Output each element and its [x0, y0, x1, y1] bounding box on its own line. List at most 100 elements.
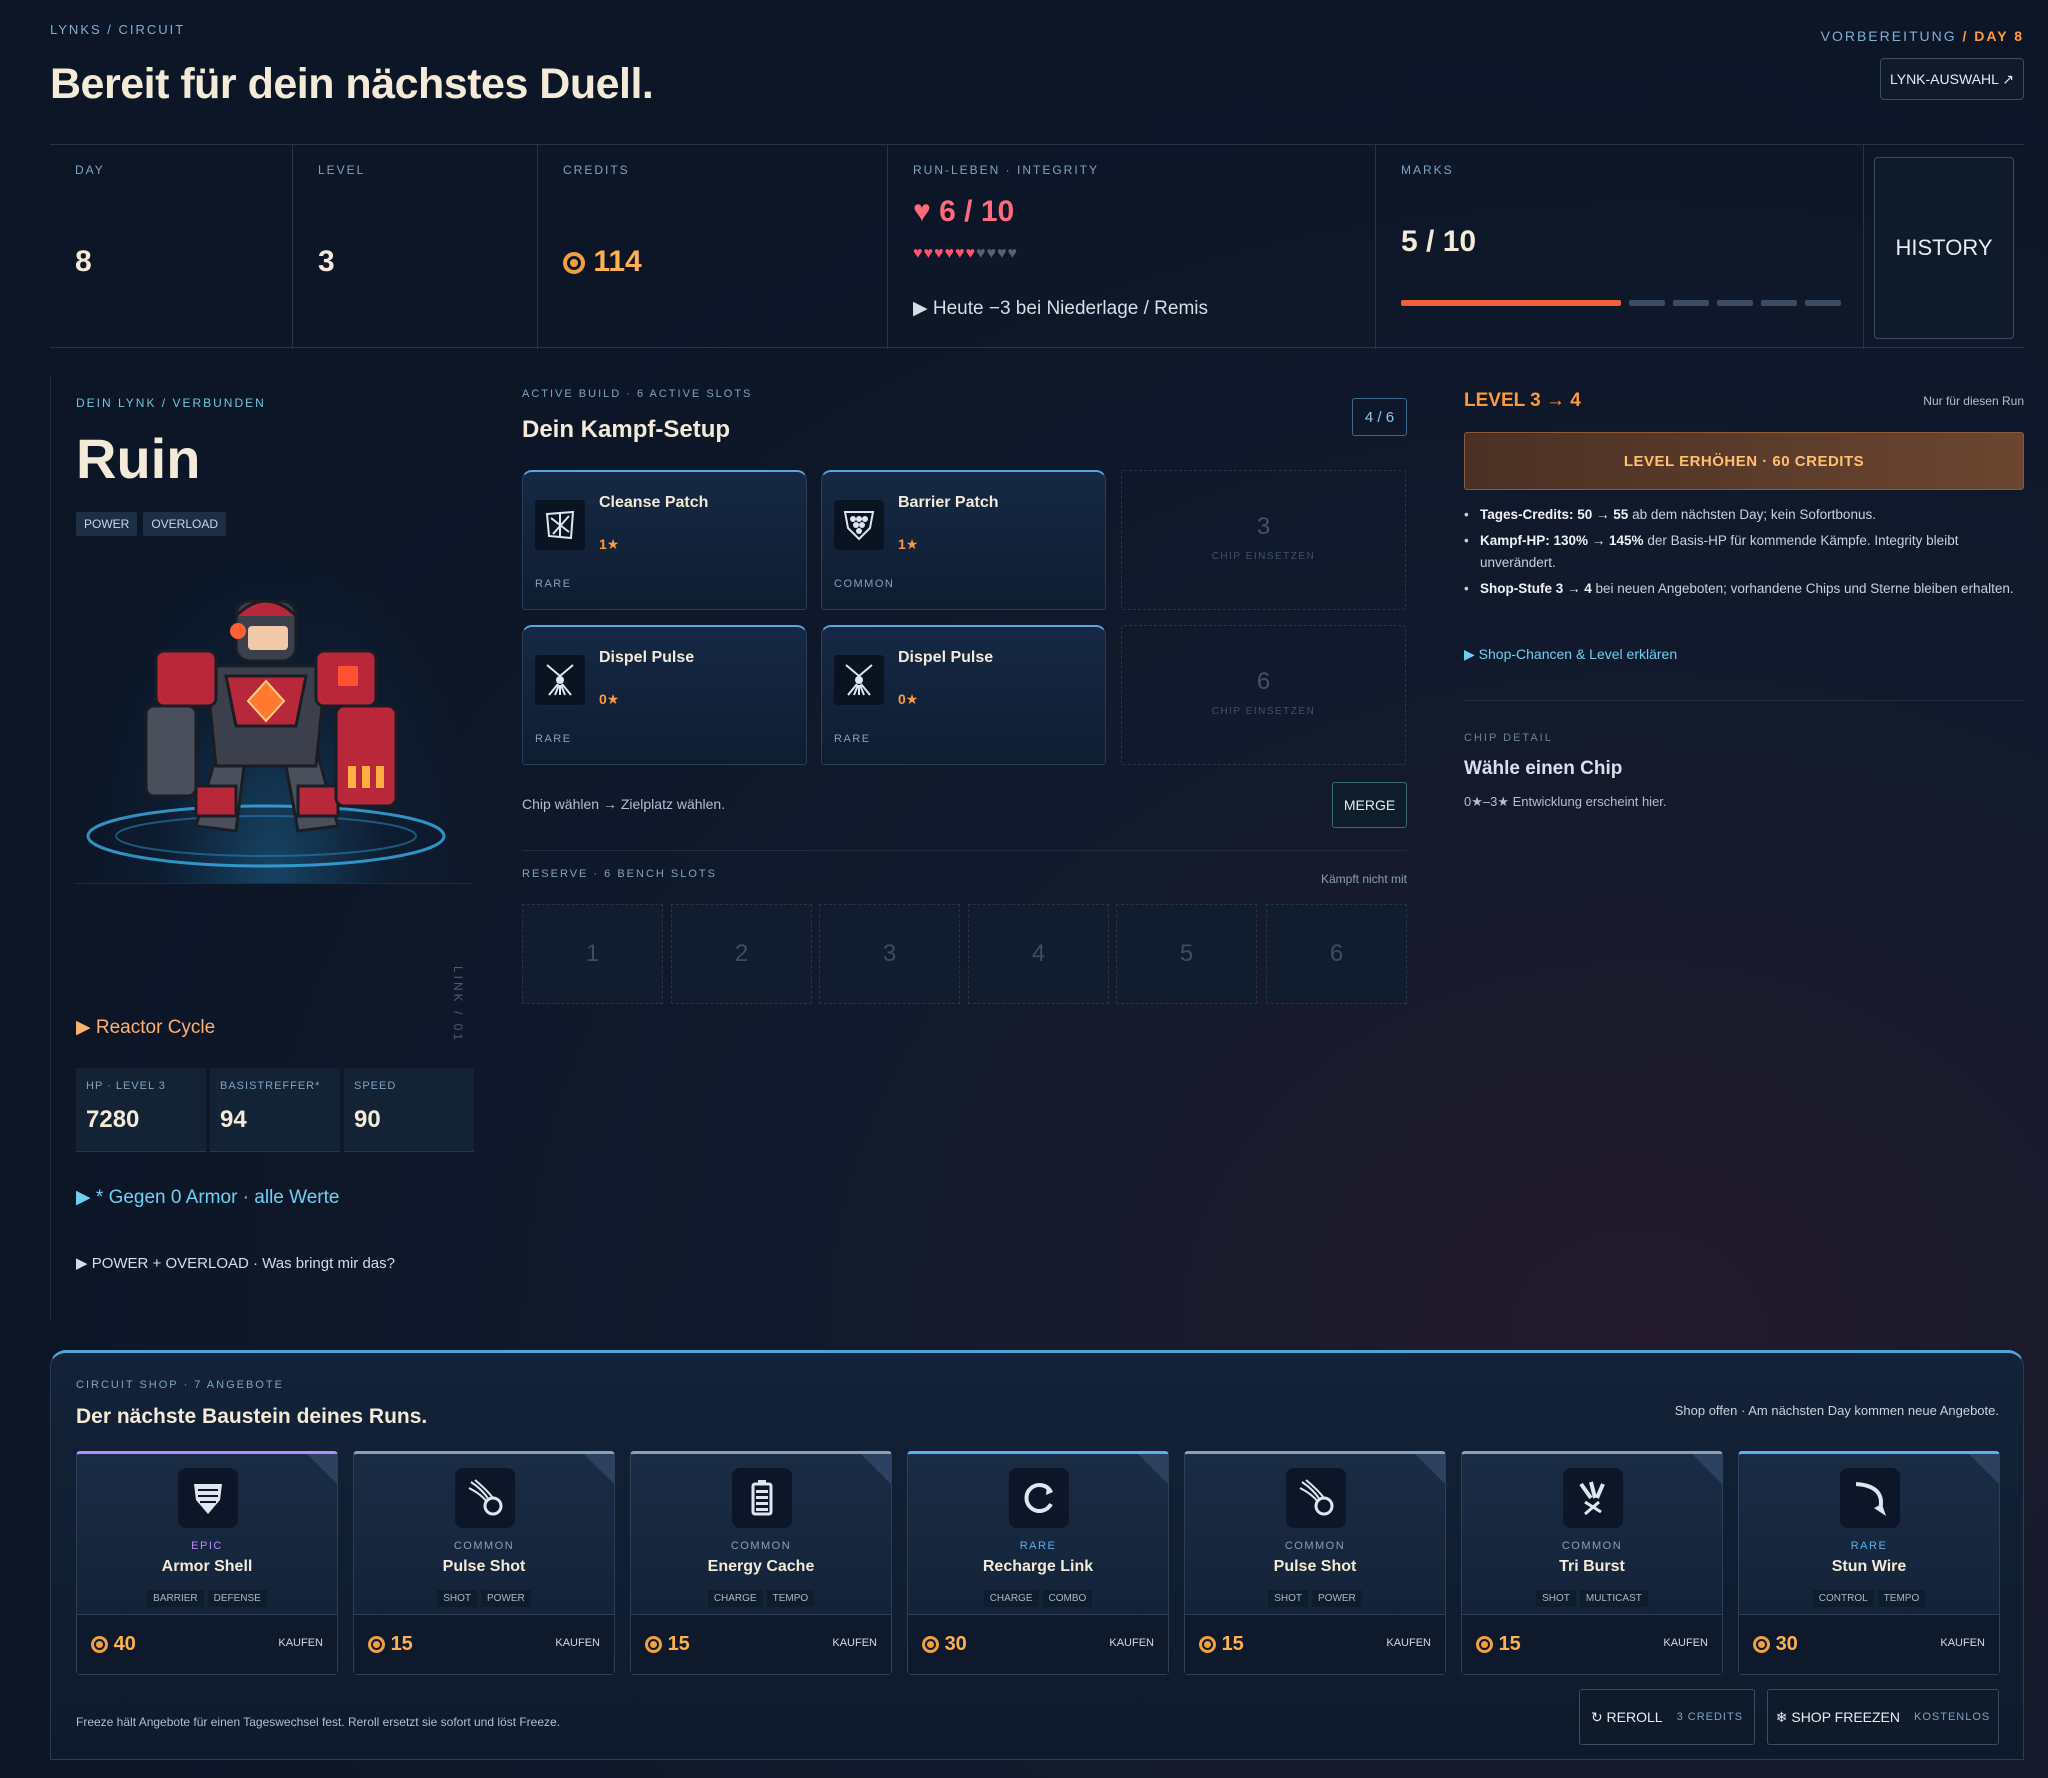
lynk-portrait	[76, 526, 471, 884]
levelup-bullets: Tages-Credits: 50 → 55 ab dem nächsten D…	[1464, 504, 2024, 604]
shop-card-tag: MULTICAST	[1579, 1590, 1648, 1607]
dispel-icon	[834, 655, 884, 705]
phase-indicator: VORBEREITUNG / DAY 8	[1821, 28, 2024, 44]
freeze-label: ❄ SHOP FREEZEN	[1775, 1708, 1901, 1725]
phase-label: VORBEREITUNG	[1820, 28, 1957, 44]
empty-slot[interactable]: 6 CHIP EINSETZEN	[1121, 625, 1406, 765]
shop-card[interactable]: COMMON Tri Burst SHOT MULTICAST 15 KAUFEN	[1461, 1451, 1723, 1675]
shop-card[interactable]: RARE Recharge Link CHARGE COMBO 30 KAUFEN	[907, 1451, 1169, 1675]
shop-freeze-button[interactable]: ❄ SHOP FREEZEN KOSTENLOS	[1767, 1689, 1999, 1745]
levelup-bullet: Tages-Credits: 50 → 55 ab dem nächsten D…	[1464, 504, 2024, 526]
shop-card-tag: TEMPO	[1877, 1590, 1926, 1607]
stat-level-label: LEVEL	[318, 163, 366, 177]
shop-title: Der nächste Baustein deines Runs.	[76, 1405, 428, 1428]
reroll-button[interactable]: ↻ REROLL 3 CREDITS	[1579, 1689, 1755, 1745]
circuit-shop: CIRCUIT SHOP · 7 ANGEBOTE Der nächste Ba…	[50, 1350, 2024, 1760]
shop-card[interactable]: COMMON Energy Cache CHARGE TEMPO 15 KAUFEN	[630, 1451, 892, 1675]
stat-marks: MARKS 5 / 10	[1376, 145, 1864, 349]
buy-button[interactable]: KAUFEN	[832, 1637, 877, 1649]
build-slot[interactable]: Cleanse Patch 1★ RARE	[522, 470, 807, 610]
bench-slot[interactable]: 3	[819, 904, 960, 1004]
slot-chip-rarity: RARE	[535, 578, 572, 590]
cleanse-icon	[535, 500, 585, 550]
slot-chip-rarity: RARE	[535, 733, 572, 745]
shop-card-name: Armor Shell	[161, 1558, 253, 1575]
heart-empty-icons: ♥♥♥♥	[976, 245, 1018, 262]
shop-card-footer: 40 KAUFEN	[77, 1614, 337, 1674]
empty-slot[interactable]: 3 CHIP EINSETZEN	[1121, 470, 1406, 610]
page-title: Bereit für dein nächstes Duell.	[50, 60, 654, 108]
shop-card-price: 15	[1476, 1633, 1521, 1656]
levelup-title: LEVEL 3 → 4	[1464, 390, 1581, 411]
build-label: ACTIVE BUILD · 6 ACTIVE SLOTS	[522, 388, 753, 400]
stat-integrity: RUN-LEBEN · INTEGRITY ♥ 6 / 10 ♥♥♥♥♥♥♥♥♥…	[888, 145, 1376, 349]
pulse-shot-icon	[455, 1468, 515, 1528]
slot-chip-name: Dispel Pulse	[898, 649, 994, 666]
shop-card-rarity: COMMON	[1284, 1540, 1346, 1552]
slot-chip-stars: 0★	[599, 691, 620, 707]
shop-card[interactable]: COMMON Pulse Shot SHOT POWER 15 KAUFEN	[1184, 1451, 1446, 1675]
merge-button[interactable]: MERGE	[1332, 782, 1407, 828]
robot-icon	[86, 599, 446, 868]
buy-button[interactable]: KAUFEN	[555, 1637, 600, 1649]
shop-card-rarity: RARE	[1019, 1540, 1057, 1552]
chip-detail-label: CHIP DETAIL	[1464, 732, 1553, 744]
shop-card-tag: POWER	[1312, 1590, 1362, 1607]
buy-button[interactable]: KAUFEN	[1663, 1637, 1708, 1649]
shop-card-footer: 30 KAUFEN	[1739, 1614, 1999, 1674]
stat-day-label: DAY	[75, 163, 105, 177]
lynk-name: Ruin	[76, 427, 201, 490]
shop-card-rarity: RARE	[1850, 1540, 1888, 1552]
slot-chip-name: Dispel Pulse	[599, 649, 695, 666]
phase-day: / DAY 8	[1962, 28, 2024, 44]
shop-card[interactable]: EPIC Armor Shell BARRIER DEFENSE 40 KAUFEN	[76, 1451, 338, 1675]
bench-slot[interactable]: 5	[1116, 904, 1257, 1004]
bench-slot[interactable]: 4	[968, 904, 1109, 1004]
buy-button[interactable]: KAUFEN	[1109, 1637, 1154, 1649]
shop-card-name: Energy Cache	[707, 1558, 815, 1575]
integrity-note[interactable]: ▶ Heute −3 bei Niederlage / Remis	[913, 297, 1208, 320]
shop-card-tags: SHOT MULTICAST	[1462, 1588, 1722, 1607]
stat-credits: CREDITS 114	[538, 145, 888, 349]
stat-day: DAY 8	[50, 145, 293, 349]
shop-card-price: 15	[368, 1633, 413, 1656]
stats-bar: DAY 8 LEVEL 3 CREDITS 114 RUN-LEBEN · IN…	[50, 144, 2024, 349]
bench-slot[interactable]: 1	[522, 904, 663, 1004]
stat-level-value: 3	[318, 245, 335, 278]
reserve-label: RESERVE · 6 BENCH SLOTS	[522, 868, 717, 880]
shop-card[interactable]: COMMON Pulse Shot SHOT POWER 15 KAUFEN	[353, 1451, 615, 1675]
buy-button[interactable]: KAUFEN	[1386, 1637, 1431, 1649]
slot-chip-rarity: RARE	[834, 733, 871, 745]
slot-chip-rarity: COMMON	[834, 578, 895, 590]
credit-coin-icon	[368, 1636, 385, 1654]
synergy-toggle[interactable]: ▶ POWER + OVERLOAD · Was bringt mir das?	[76, 1254, 395, 1272]
stat-hp-label: HP · LEVEL 3	[86, 1080, 166, 1092]
shop-chances-link[interactable]: ▶ Shop-Chancen & Level erklären	[1464, 646, 1677, 663]
build-slot[interactable]: Dispel Pulse 0★ RARE	[821, 625, 1106, 765]
build-slot[interactable]: Dispel Pulse 0★ RARE	[522, 625, 807, 765]
level-up-button[interactable]: LEVEL ERHÖHEN · 60 CREDITS	[1464, 432, 2024, 490]
reactor-cycle-toggle[interactable]: ▶ Reactor Cycle	[76, 1016, 215, 1039]
slot-chip-stars: 0★	[898, 691, 919, 707]
shop-card[interactable]: RARE Stun Wire CONTROL TEMPO 30 KAUFEN	[1738, 1451, 2000, 1675]
recharge-icon	[1009, 1468, 1069, 1528]
shop-card-rarity: COMMON	[1561, 1540, 1623, 1552]
shop-card-tags: CHARGE COMBO	[908, 1588, 1168, 1607]
history-button[interactable]: HISTORY	[1874, 157, 2014, 339]
buy-button[interactable]: KAUFEN	[1940, 1637, 1985, 1649]
shop-card-footer: 30 KAUFEN	[908, 1614, 1168, 1674]
buy-button[interactable]: KAUFEN	[278, 1637, 323, 1649]
bench-slot[interactable]: 2	[671, 904, 812, 1004]
stat-hp: HP · LEVEL 3 7280	[76, 1068, 206, 1152]
slot-chip-name: Barrier Patch	[898, 494, 999, 511]
armor-note-toggle[interactable]: ▶ * Gegen 0 Armor · alle Werte	[76, 1186, 339, 1209]
credit-coin-icon	[563, 252, 585, 275]
shop-card-tag: COMBO	[1042, 1590, 1093, 1607]
bench-slot[interactable]: 6	[1266, 904, 1407, 1004]
shop-card-tag: TEMPO	[766, 1590, 815, 1607]
build-slot[interactable]: Barrier Patch 1★ COMMON	[821, 470, 1106, 610]
heart-full-icons: ♥♥♥♥♥♥	[913, 245, 976, 262]
shop-card-tag: SHOT	[437, 1590, 477, 1607]
lynk-select-button[interactable]: LYNK-AUSWAHL ↗	[1880, 58, 2024, 100]
shop-footer-note: Freeze hält Angebote für einen Tageswech…	[76, 1715, 561, 1729]
